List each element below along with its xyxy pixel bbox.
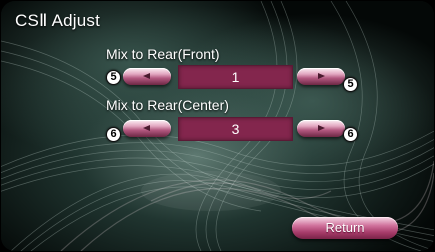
left-arrow-icon — [143, 73, 150, 79]
mix-rear-front-increase-button[interactable] — [297, 68, 345, 85]
mix-rear-front-decrease-button[interactable] — [123, 68, 171, 85]
return-button[interactable]: Return — [292, 217, 398, 239]
mix-rear-front-value: 1 — [178, 65, 293, 89]
mix-rear-center-label: Mix to Rear(Center) — [106, 97, 229, 113]
left-arrow-icon — [143, 125, 150, 131]
mix-rear-center-value: 3 — [178, 117, 293, 141]
mix-rear-center-increase-button[interactable] — [297, 120, 345, 137]
cs2-adjust-screen: CSⅡ Adjust Mix to Rear(Front) 1 5 5 Mix … — [1, 1, 434, 251]
mix-rear-front-label: Mix to Rear(Front) — [106, 46, 220, 62]
step-5-badge-right: 5 — [343, 77, 358, 92]
right-arrow-icon — [318, 73, 325, 79]
step-6-badge-left: 6 — [106, 127, 121, 142]
step-5-badge-left: 5 — [106, 70, 121, 85]
right-arrow-icon — [318, 125, 325, 131]
mix-rear-center-decrease-button[interactable] — [123, 120, 171, 137]
page-title: CSⅡ Adjust — [15, 11, 101, 30]
step-6-badge-right: 6 — [343, 127, 358, 142]
